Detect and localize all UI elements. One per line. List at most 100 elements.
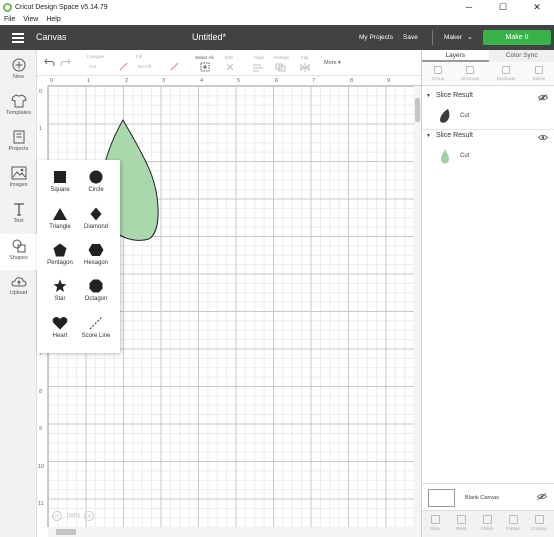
collapse-triangle-icon[interactable]: ▼ — [426, 133, 431, 139]
app-header: Canvas Untitled* My Projects Save Maker … — [0, 25, 554, 50]
nav-text[interactable]: Text — [0, 202, 37, 224]
contour-label: Contour — [530, 526, 547, 531]
shape-star-label: Star — [54, 296, 66, 302]
layer-item-label: Cut — [460, 113, 470, 119]
eye-hidden-icon[interactable] — [537, 493, 547, 500]
horizontal-ruler: 0 1 2 3 4 5 6 7 8 9 — [48, 76, 421, 86]
ruler-h-label: 6 — [275, 78, 279, 84]
shape-diamond-label: Diamond — [83, 224, 108, 230]
fill-color-icon[interactable] — [170, 62, 179, 71]
diamond-icon — [90, 207, 102, 221]
shape-square[interactable]: Square — [40, 170, 80, 193]
flatten-label: Flatten — [506, 526, 520, 531]
more-menu[interactable]: More ▾ — [324, 60, 341, 66]
menu-view[interactable]: View — [23, 16, 38, 23]
maximize-button[interactable]: ☐ — [486, 0, 520, 14]
ruler-h-label: 9 — [387, 78, 391, 84]
horizontal-scroll-thumb[interactable] — [56, 529, 76, 535]
select-all-label: Select All — [195, 55, 214, 60]
zoom-in-button[interactable]: + — [84, 511, 95, 521]
chevron-down-icon[interactable]: ⌄ — [467, 33, 473, 41]
section-title: Canvas — [36, 32, 67, 42]
shape-hexagon[interactable]: Hexagon — [76, 243, 116, 266]
delete-button[interactable]: Delete — [525, 66, 553, 81]
blank-canvas-row[interactable]: Blank Canvas — [422, 483, 554, 510]
nav-projects[interactable]: Projects — [0, 130, 37, 152]
slice-button[interactable]: Slice — [422, 515, 448, 531]
duplicate-button[interactable]: Duplicate — [492, 66, 520, 81]
nav-upload-label: Upload — [9, 290, 28, 296]
flatten-button[interactable]: Flatten — [500, 515, 526, 531]
shape-diamond[interactable]: Diamond — [76, 207, 116, 230]
close-button[interactable]: ✕ — [520, 0, 554, 14]
ungroup-button[interactable]: UnGroup — [456, 66, 484, 81]
shape-octagon-label: Octagon — [84, 296, 108, 302]
horizontal-scrollbar[interactable] — [48, 527, 421, 537]
minimize-button[interactable]: ─ — [452, 0, 486, 14]
shape-circle[interactable]: Circle — [76, 170, 116, 193]
tab-layers[interactable]: Layers — [422, 50, 489, 62]
redo-icon[interactable] — [60, 58, 71, 67]
contour-button[interactable]: Contour — [526, 515, 552, 531]
weld-button[interactable]: Weld — [448, 515, 474, 531]
my-projects-link[interactable]: My Projects — [359, 34, 393, 41]
shape-score-line-label: Score Line — [81, 333, 111, 339]
menu-bar: File View Help — [0, 14, 554, 25]
attach-button[interactable]: Attach — [474, 515, 500, 531]
nav-upload[interactable]: Upload — [0, 276, 37, 296]
blank-canvas-swatch[interactable] — [428, 489, 455, 507]
edit-icon[interactable] — [225, 62, 235, 72]
linetype-select[interactable]: Cut — [89, 64, 96, 69]
shape-heart[interactable]: Heart — [40, 316, 80, 339]
fill-select[interactable]: No Fill — [138, 64, 151, 69]
shape-star[interactable]: Star — [40, 279, 80, 302]
shape-score-line[interactable]: Score Line — [76, 316, 116, 339]
layer-group-header[interactable]: ▼ Slice Result — [426, 132, 473, 139]
vertical-scroll-thumb[interactable] — [415, 98, 420, 122]
nav-shapes-label: Shapes — [9, 255, 28, 261]
collapse-triangle-icon[interactable]: ▼ — [426, 93, 431, 99]
nav-images[interactable]: Images — [0, 166, 37, 188]
make-it-button[interactable]: Make It — [483, 30, 551, 45]
nav-templates[interactable]: Templates — [0, 94, 37, 116]
eye-icon[interactable] — [538, 134, 548, 141]
ruler-h-label: 2 — [125, 78, 129, 84]
nav-shapes[interactable]: Shapes — [0, 234, 37, 270]
shape-triangle[interactable]: Triangle — [40, 207, 80, 230]
machine-selector[interactable]: Maker — [444, 34, 462, 41]
hamburger-menu-icon[interactable] — [12, 33, 24, 43]
duplicate-label: Duplicate — [496, 76, 516, 81]
zoom-out-button[interactable]: − — [52, 511, 62, 521]
flip-label: Flip — [301, 55, 309, 60]
shape-octagon[interactable]: Octagon — [76, 279, 116, 302]
tab-color-sync[interactable]: Color Sync — [488, 50, 554, 62]
duplicate-icon — [502, 66, 510, 74]
menu-file[interactable]: File — [4, 16, 15, 23]
nav-new[interactable]: New — [0, 58, 37, 80]
panel-tabs: Layers Color Sync — [422, 50, 554, 62]
edit-toolbar: Linetype Cut Fill No Fill Select All Edi… — [37, 50, 421, 76]
layer-item[interactable]: Cut — [438, 148, 469, 164]
select-all-icon[interactable] — [200, 62, 210, 72]
layers-panel: Layers Color Sync Group UnGroup Duplicat… — [421, 50, 554, 537]
teardrop-thumbnail-icon — [441, 149, 449, 164]
flip-icon[interactable] — [300, 63, 310, 72]
square-icon — [54, 171, 66, 183]
arrange-icon[interactable] — [275, 63, 287, 72]
align-icon[interactable] — [252, 63, 264, 72]
layer-item[interactable]: Cut — [438, 108, 469, 124]
group-label: Group — [431, 76, 445, 81]
shape-pentagon[interactable]: Pentagon — [40, 243, 80, 266]
save-button[interactable]: Save — [403, 34, 418, 41]
group-button[interactable]: Group — [424, 66, 452, 81]
linetype-color-icon[interactable] — [119, 62, 128, 71]
align-label: Align — [254, 55, 265, 60]
left-nav: New Templates Projects Images Text Shape… — [0, 50, 37, 537]
layer-group-header[interactable]: ▼ Slice Result — [426, 92, 473, 99]
ruler-h-label: 5 — [237, 78, 241, 84]
slice-icon — [430, 515, 440, 524]
menu-help[interactable]: Help — [46, 16, 60, 23]
undo-icon[interactable] — [44, 58, 55, 67]
eye-hidden-icon[interactable] — [538, 94, 548, 101]
vertical-scrollbar[interactable] — [414, 86, 421, 527]
